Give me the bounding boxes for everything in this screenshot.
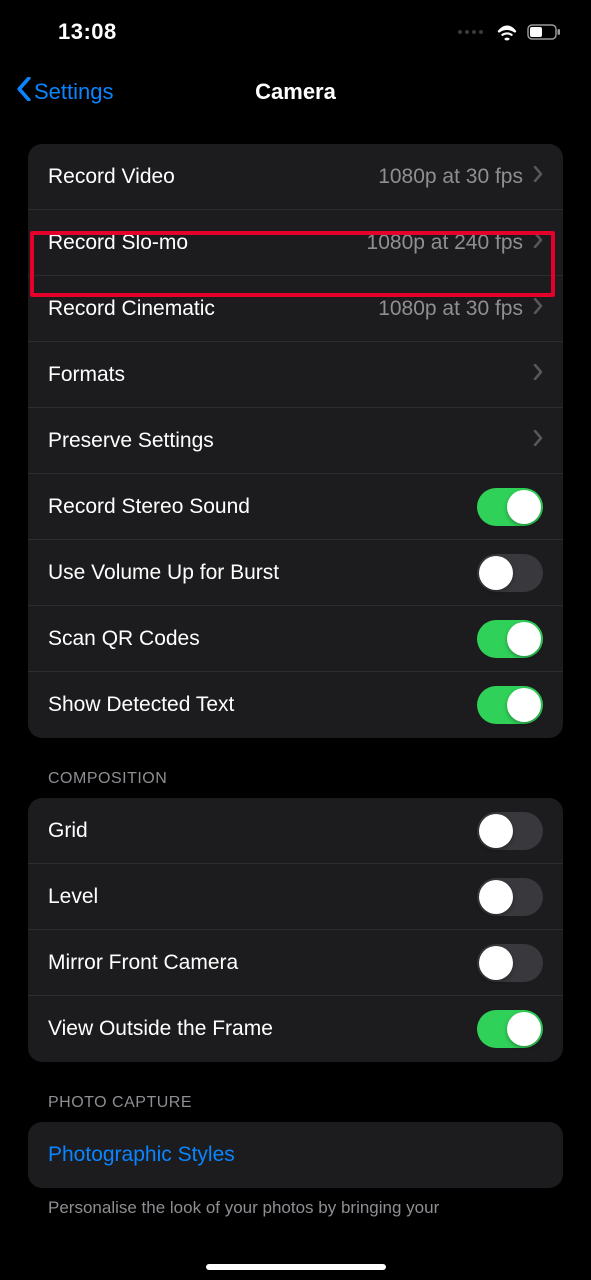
wifi-icon — [495, 23, 519, 41]
row-view-outside-frame[interactable]: View Outside the Frame — [28, 996, 563, 1062]
settings-group-composition: Grid Level Mirror Front Camera View Outs… — [28, 798, 563, 1062]
section-header-composition: COMPOSITION — [48, 770, 563, 788]
row-label: Record Stereo Sound — [48, 495, 477, 519]
battery-icon — [527, 24, 561, 40]
row-record-stereo-sound[interactable]: Record Stereo Sound — [28, 474, 563, 540]
cellular-dots-icon — [458, 30, 483, 34]
section-header-photo-capture: PHOTO CAPTURE — [48, 1094, 563, 1112]
row-record-slomo[interactable]: Record Slo-mo 1080p at 240 fps — [28, 210, 563, 276]
row-level[interactable]: Level — [28, 864, 563, 930]
back-button[interactable]: Settings — [16, 77, 114, 107]
row-label: Show Detected Text — [48, 693, 477, 717]
row-preserve-settings[interactable]: Preserve Settings — [28, 408, 563, 474]
row-label: View Outside the Frame — [48, 1017, 477, 1041]
row-label: Use Volume Up for Burst — [48, 561, 477, 585]
row-label: Mirror Front Camera — [48, 951, 477, 975]
settings-group-main: Record Video 1080p at 30 fps Record Slo-… — [28, 144, 563, 738]
nav-bar: Settings Camera — [0, 64, 591, 120]
row-value: 1080p at 240 fps — [367, 231, 523, 255]
toggle-stereo[interactable] — [477, 488, 543, 526]
row-scan-qr-codes[interactable]: Scan QR Codes — [28, 606, 563, 672]
toggle-qr[interactable] — [477, 620, 543, 658]
chevron-left-icon — [16, 77, 32, 107]
row-label: Formats — [48, 363, 533, 387]
row-label: Record Cinematic — [48, 297, 378, 321]
row-label: Scan QR Codes — [48, 627, 477, 651]
row-label: Grid — [48, 819, 477, 843]
row-label: Preserve Settings — [48, 429, 533, 453]
status-bar: 13:08 — [0, 0, 591, 64]
footer-text: Personalise the look of your photos by b… — [48, 1198, 543, 1218]
row-label: Level — [48, 885, 477, 909]
toggle-outside-frame[interactable] — [477, 1010, 543, 1048]
row-record-video[interactable]: Record Video 1080p at 30 fps — [28, 144, 563, 210]
row-value: 1080p at 30 fps — [378, 297, 523, 321]
status-right — [458, 23, 561, 41]
chevron-right-icon — [533, 364, 543, 385]
row-label: Record Slo-mo — [48, 231, 367, 255]
chevron-right-icon — [533, 430, 543, 451]
chevron-right-icon — [533, 232, 543, 253]
home-indicator — [206, 1264, 386, 1270]
row-value: 1080p at 30 fps — [378, 165, 523, 189]
row-volume-up-burst[interactable]: Use Volume Up for Burst — [28, 540, 563, 606]
row-label: Record Video — [48, 165, 378, 189]
toggle-level[interactable] — [477, 878, 543, 916]
row-mirror-front-camera[interactable]: Mirror Front Camera — [28, 930, 563, 996]
row-grid[interactable]: Grid — [28, 798, 563, 864]
back-label: Settings — [34, 79, 114, 105]
row-record-cinematic[interactable]: Record Cinematic 1080p at 30 fps — [28, 276, 563, 342]
toggle-grid[interactable] — [477, 812, 543, 850]
toggle-volume-burst[interactable] — [477, 554, 543, 592]
toggle-mirror[interactable] — [477, 944, 543, 982]
row-formats[interactable]: Formats — [28, 342, 563, 408]
row-label: Photographic Styles — [48, 1143, 543, 1167]
chevron-right-icon — [533, 166, 543, 187]
status-time: 13:08 — [58, 19, 117, 45]
chevron-right-icon — [533, 298, 543, 319]
toggle-detected-text[interactable] — [477, 686, 543, 724]
row-show-detected-text[interactable]: Show Detected Text — [28, 672, 563, 738]
row-photographic-styles[interactable]: Photographic Styles — [28, 1122, 563, 1188]
settings-group-photo-capture: Photographic Styles — [28, 1122, 563, 1188]
